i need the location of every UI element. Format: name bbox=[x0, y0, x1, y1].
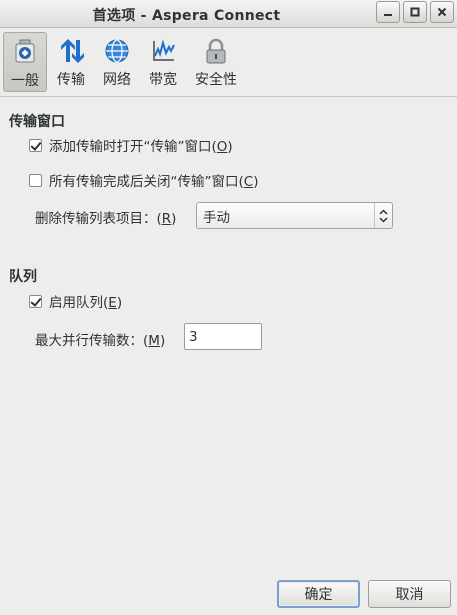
cancel-button[interactable]: 取消 bbox=[368, 580, 451, 608]
globe-icon bbox=[102, 36, 132, 66]
maximize-button[interactable] bbox=[403, 1, 427, 23]
remove-items-select[interactable]: 手动 bbox=[196, 202, 393, 229]
bandwidth-icon bbox=[148, 36, 178, 66]
max-parallel-label: 最大并行传输数：(M) bbox=[35, 333, 166, 349]
close-button[interactable] bbox=[430, 1, 454, 23]
enable-queue-checkbox[interactable] bbox=[29, 294, 42, 308]
max-parallel-input[interactable]: 3 bbox=[184, 323, 262, 350]
queue-heading: 队列 bbox=[9, 269, 37, 285]
remove-items-label: 删除传输列表项目：(R) bbox=[35, 211, 177, 227]
tab-network[interactable]: 网络 bbox=[95, 32, 139, 92]
transfer-window-heading: 传输窗口 bbox=[9, 114, 65, 130]
tab-network-label: 网络 bbox=[103, 72, 131, 88]
tab-security[interactable]: 安全性 bbox=[191, 32, 241, 92]
ok-button[interactable]: 确定 bbox=[277, 580, 360, 608]
tab-security-label: 安全性 bbox=[195, 72, 237, 88]
window-title: 首选项 - Aspera Connect bbox=[92, 8, 281, 24]
tab-general-label: 一般 bbox=[11, 73, 39, 89]
tab-transfer-label: 传输 bbox=[57, 72, 85, 88]
preferences-toolbar: 一般 传输 网络 带宽 安全性 bbox=[0, 29, 457, 97]
title-bar[interactable]: 首选项 - Aspera Connect bbox=[0, 0, 457, 28]
open-on-add-label: 添加传输时打开“传输”窗口(O) bbox=[49, 139, 233, 155]
open-on-add-checkbox[interactable] bbox=[29, 138, 42, 152]
updown-chevron-icon bbox=[374, 203, 392, 228]
remove-items-selected-value: 手动 bbox=[203, 209, 230, 226]
close-on-complete-label: 所有传输完成后关闭“传输”窗口(C) bbox=[49, 174, 259, 190]
tab-bandwidth-label: 带宽 bbox=[149, 72, 177, 88]
general-icon bbox=[10, 37, 40, 67]
close-on-complete-checkbox-row[interactable]: 所有传输完成后关闭“传输”窗口(C) bbox=[29, 170, 258, 190]
enable-queue-label: 启用队列(E) bbox=[49, 295, 123, 311]
minimize-button[interactable] bbox=[376, 1, 400, 23]
open-on-add-checkbox-row[interactable]: 添加传输时打开“传输”窗口(O) bbox=[29, 135, 233, 155]
maximize-icon bbox=[410, 7, 420, 17]
tab-general[interactable]: 一般 bbox=[3, 32, 47, 92]
lock-icon bbox=[201, 36, 231, 66]
tab-bandwidth[interactable]: 带宽 bbox=[141, 32, 185, 92]
minimize-icon bbox=[384, 14, 392, 16]
transfer-arrows-icon bbox=[56, 36, 86, 66]
close-on-complete-checkbox[interactable] bbox=[29, 173, 42, 187]
window-controls bbox=[376, 1, 454, 23]
enable-queue-checkbox-row[interactable]: 启用队列(E) bbox=[29, 291, 122, 311]
close-icon bbox=[437, 7, 447, 17]
tab-transfer[interactable]: 传输 bbox=[49, 32, 93, 92]
